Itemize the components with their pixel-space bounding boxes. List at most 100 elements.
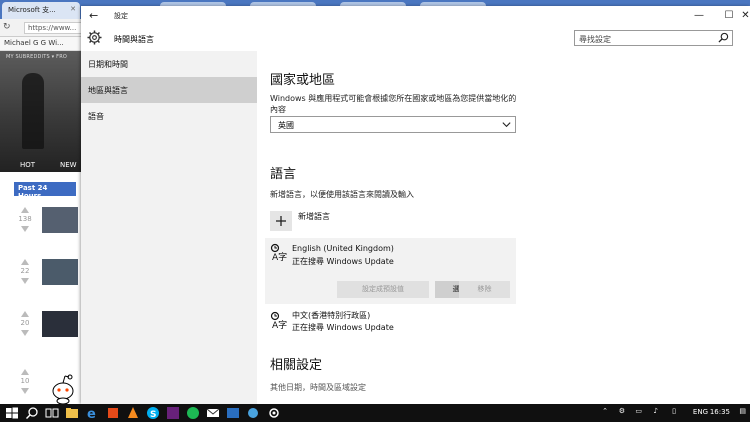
- chevron-down-icon: [502, 122, 511, 128]
- address-bar[interactable]: https://www...: [24, 22, 84, 34]
- vote-count: 20: [20, 319, 30, 327]
- subreddit-menu[interactable]: MY SUBREDDITS ▾ FRO: [6, 54, 67, 60]
- reddit-snoo-icon: [52, 374, 74, 404]
- page-header: 時間與語言 尋找設定: [81, 26, 750, 51]
- language-description: 新增語言，以便使用該語言來閱讀及輸入: [270, 190, 414, 199]
- settings-content: 國家或地區 Windows 與應用程式可能會根據您所在國家或地區為您提供當地化的…: [257, 51, 750, 404]
- reddit-header: MY SUBREDDITS ▾ FRO HOT NEW: [0, 51, 81, 172]
- sidebar-item-label: 地區與語言: [88, 86, 128, 95]
- vote-count: 138: [18, 215, 32, 223]
- downvote-icon[interactable]: [21, 278, 29, 284]
- additional-date-time-link[interactable]: 其他日期，時間及區域設定: [270, 382, 366, 393]
- dropdown-value: 英國: [278, 121, 294, 130]
- sidebar-item-region-language[interactable]: 地區與語言: [81, 77, 257, 103]
- past-24-hours-label: Past 24 Hours: [14, 182, 76, 200]
- sidebar-item-label: 日期和時間: [88, 60, 128, 69]
- page-title: 時間與語言: [114, 35, 154, 44]
- file-explorer-icon[interactable]: [65, 406, 79, 420]
- search-input[interactable]: 尋找設定: [574, 30, 733, 46]
- language-name: English (United Kingdom): [292, 244, 394, 253]
- related-settings-heading: 相關設定: [270, 358, 323, 373]
- language-heading: 語言: [270, 167, 297, 182]
- region-heading: 國家或地區: [270, 73, 336, 88]
- sidebar-item-date-time[interactable]: 日期和時間: [81, 51, 257, 77]
- list-item[interactable]: 20: [14, 311, 81, 351]
- search-icon[interactable]: [718, 32, 729, 43]
- upvote-icon[interactable]: [21, 369, 29, 375]
- set-default-button[interactable]: 設定成預設值: [337, 281, 429, 298]
- svg-text:A字: A字: [272, 319, 287, 329]
- browser-tab-label: Microsoft 支...: [8, 6, 56, 14]
- svg-text:A字: A字: [272, 251, 287, 261]
- upvote-icon[interactable]: [21, 259, 29, 265]
- action-center-icon[interactable]: ▤: [739, 407, 746, 415]
- language-status: 正在搜尋 Windows Update: [292, 257, 394, 266]
- language-item-chinese-hk[interactable]: A字 中文(香港特別行政區) 正在搜尋 Windows Update: [265, 306, 516, 336]
- post-thumbnail[interactable]: [42, 311, 78, 337]
- language-icon: A字: [270, 311, 287, 329]
- downvote-icon[interactable]: [21, 226, 29, 232]
- add-language-button[interactable]: 新增語言: [270, 211, 430, 231]
- svg-text:S: S: [150, 410, 156, 420]
- plus-icon: [270, 211, 292, 231]
- downvote-icon[interactable]: [21, 330, 29, 336]
- vote-count: 10: [20, 377, 30, 385]
- reddit-page: MY SUBREDDITS ▾ FRO HOT NEW Past 24 Hour…: [0, 51, 81, 404]
- office-icon[interactable]: [106, 406, 120, 420]
- visual-studio-icon[interactable]: [166, 406, 180, 420]
- settings-window: ← 設定 — ☐ ✕ 時間與語言 尋找設定 日期和時間 地區與語言 語音 國家或…: [81, 6, 750, 404]
- clock[interactable]: 16:35: [710, 408, 730, 416]
- network-icon[interactable]: ⚙: [619, 407, 625, 415]
- display-icon[interactable]: ▭: [635, 407, 642, 415]
- search-placeholder: 尋找設定: [579, 35, 611, 44]
- email-icon[interactable]: [206, 406, 220, 420]
- post-thumbnail[interactable]: [42, 259, 78, 285]
- battery-icon[interactable]: ▯: [672, 407, 676, 415]
- header-image: [22, 73, 44, 149]
- window-title: 設定: [114, 12, 128, 20]
- vote-count: 22: [20, 267, 30, 275]
- list-item[interactable]: 22: [14, 259, 81, 299]
- volume-icon[interactable]: ♪: [654, 407, 658, 415]
- downvote-icon[interactable]: [21, 388, 29, 394]
- language-icon: A字: [270, 243, 287, 261]
- chevron-up-icon[interactable]: ⌃: [602, 407, 608, 415]
- close-icon[interactable]: ✕: [741, 10, 750, 21]
- search-icon[interactable]: [25, 406, 39, 420]
- sidebar-item-speech[interactable]: 語音: [81, 103, 257, 129]
- app-icon[interactable]: [246, 406, 260, 420]
- minimize-icon[interactable]: —: [684, 10, 714, 21]
- browser-tab[interactable]: Microsoft 支... ✕: [2, 2, 80, 19]
- list-item[interactable]: 138: [14, 207, 81, 247]
- vlc-icon[interactable]: [126, 406, 140, 420]
- language-name: 中文(香港特別行政區): [292, 311, 371, 320]
- spotify-icon[interactable]: [186, 406, 200, 420]
- tab-new[interactable]: NEW: [60, 161, 77, 169]
- language-status: 正在搜尋 Windows Update: [292, 323, 394, 332]
- remove-button[interactable]: 移除: [459, 281, 510, 298]
- region-description: Windows 與應用程式可能會根據您所在國家或地區為您提供當地化的內容: [270, 94, 517, 114]
- title-bar: ← 設定 — ☐ ✕: [81, 6, 750, 26]
- upvote-icon[interactable]: [21, 311, 29, 317]
- tab-hot[interactable]: HOT: [20, 161, 35, 169]
- windows-start-icon[interactable]: [5, 406, 19, 420]
- photos-icon[interactable]: [226, 406, 240, 420]
- back-arrow-icon[interactable]: ←: [89, 9, 98, 22]
- edge-icon[interactable]: e: [86, 406, 100, 422]
- upvote-icon[interactable]: [21, 207, 29, 213]
- svg-text:e: e: [87, 407, 96, 422]
- gear-icon: [87, 30, 102, 45]
- close-icon[interactable]: ✕: [70, 5, 76, 13]
- sidebar-item-label: 語音: [88, 112, 104, 121]
- settings-sidebar: 日期和時間 地區與語言 語音: [81, 51, 257, 404]
- maximize-icon[interactable]: ☐: [714, 10, 744, 21]
- add-language-label: 新增語言: [298, 212, 330, 221]
- skype-icon[interactable]: S: [146, 406, 160, 420]
- settings-gear-icon[interactable]: [267, 406, 281, 420]
- taskbar: e S ⌃ ⚙ ▭ ♪ ▯ ENG 16:35 ▤: [0, 404, 750, 422]
- post-thumbnail[interactable]: [42, 207, 78, 233]
- input-language-indicator[interactable]: ENG: [693, 408, 708, 416]
- refresh-icon[interactable]: ↻: [3, 22, 11, 32]
- country-region-dropdown[interactable]: 英國: [270, 116, 516, 133]
- task-view-icon[interactable]: [45, 406, 59, 420]
